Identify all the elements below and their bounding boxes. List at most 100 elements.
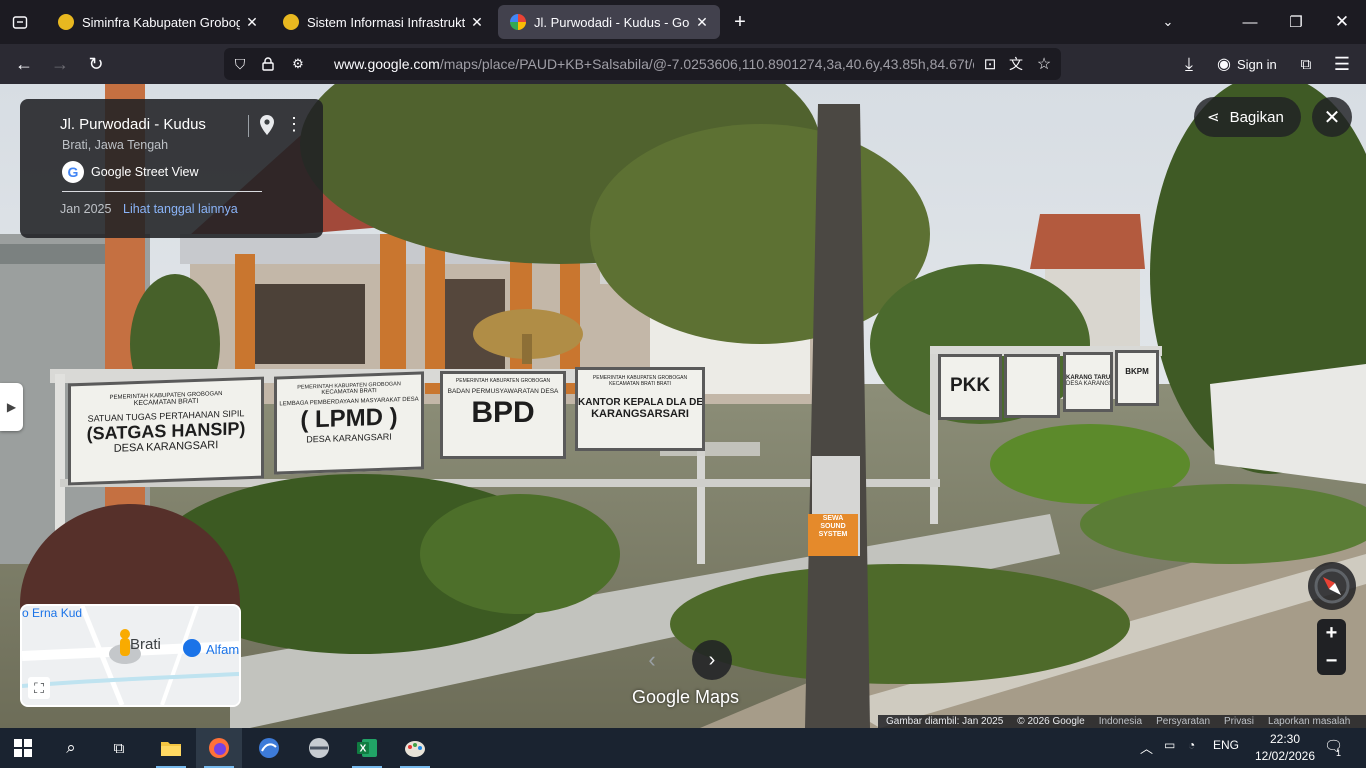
clock-date: 12/02/2026: [1254, 749, 1316, 763]
sign-lpmd: PEMERINTAH KABUPATEN GROBOGAN KECAMATAN …: [274, 371, 424, 475]
lock-icon[interactable]: [254, 50, 282, 78]
tab-sistem-informasi[interactable]: Sistem Informasi Infrastruktur B ✕: [271, 5, 495, 39]
shield-icon[interactable]: ⛉: [226, 50, 254, 78]
sign-karang-taruna: KARANG TARUNA DESA KARANGSARI: [1063, 352, 1113, 412]
close-street-view-button[interactable]: ✕: [1312, 97, 1352, 137]
imagery-source-label: Google Street View: [91, 165, 199, 179]
capture-date-note: Gambar diambil: Jan 2025: [886, 716, 1004, 727]
notification-count: 1: [1336, 748, 1342, 758]
system-clock[interactable]: 22:30 12/02/2026: [1250, 731, 1320, 765]
sign-in-label: Sign in: [1236, 56, 1277, 72]
report-problem-link[interactable]: Laporkan masalah: [1268, 716, 1350, 727]
url-text[interactable]: www.google.com/maps/place/PAUD+KB+Salsab…: [334, 56, 974, 72]
google-g-icon: G: [62, 161, 84, 183]
divider: [62, 191, 262, 192]
show-hidden-icons-icon[interactable]: ︿: [1140, 738, 1153, 757]
sign-pkk-main: PKK: [949, 375, 991, 396]
zoom-in-button[interactable]: +: [1317, 619, 1346, 647]
sign-bpd-main: BPD: [471, 396, 535, 429]
menu-icon[interactable]: ☰: [1328, 50, 1356, 78]
chevron-down-icon[interactable]: ⌄: [1145, 0, 1191, 44]
mini-map-label-alfamart: Alfam: [206, 642, 240, 657]
tab-title: Sistem Informasi Infrastruktur B: [307, 14, 465, 30]
battery-icon[interactable]: ▭: [1164, 738, 1175, 752]
privacy-link[interactable]: Privasi: [1224, 716, 1254, 727]
wifi-icon[interactable]: ◔: [1188, 738, 1195, 752]
tab-list-icon[interactable]: [8, 10, 32, 34]
capture-date: Jan 2025: [60, 202, 112, 216]
windows-taskbar: ⌕ ⧉ X ︿ ▭ ◔ ENG 22:30 12/02/2026 🗨 1: [0, 728, 1366, 768]
app-disc-icon[interactable]: [296, 728, 342, 768]
tab-google-maps[interactable]: Jl. Purwodadi - Kudus - Google ✕: [498, 5, 720, 39]
close-tab-icon[interactable]: ✕: [240, 10, 264, 34]
search-icon[interactable]: ⌕: [48, 728, 94, 768]
tab-siminfra[interactable]: Siminfra Kabupaten Grobogan ✕: [46, 5, 270, 39]
expand-side-panel-button[interactable]: ▶: [0, 383, 23, 431]
extensions-icon[interactable]: ⧉: [1292, 50, 1320, 78]
bookmark-star-icon[interactable]: ☆: [1030, 50, 1058, 78]
sign-program: [1004, 354, 1060, 418]
sign-kantor-kepala-desa: PEMERINTAH KABUPATEN GROBOGAN KECAMATAN …: [575, 367, 705, 451]
tab-strip: Siminfra Kabupaten Grobogan ✕ Sistem Inf…: [0, 0, 1366, 44]
new-tab-icon[interactable]: +: [728, 10, 752, 34]
next-photo-icon[interactable]: ›: [692, 640, 732, 680]
task-view-icon[interactable]: ⧉: [96, 728, 142, 768]
sign-bkpm: BKPM: [1115, 350, 1159, 406]
svg-text:X: X: [360, 744, 367, 755]
translate-icon[interactable]: 文: [1002, 50, 1030, 78]
firefox-icon[interactable]: [196, 728, 242, 768]
address-bar[interactable]: ⛉ ⚙ www.google.com/maps/place/PAUD+KB+Sa…: [224, 48, 1061, 80]
region-link[interactable]: Indonesia: [1099, 716, 1142, 727]
terms-link[interactable]: Persyaratan: [1156, 716, 1210, 727]
divider: [248, 115, 249, 137]
minimize-icon[interactable]: —: [1227, 0, 1273, 44]
navigation-bar: ← → ↻ ⛉ ⚙ www.google.com/maps/place/PAUD…: [0, 44, 1366, 84]
sign-bpd: PEMERINTAH KABUPATEN GROBOGAN BADAN PERM…: [440, 371, 566, 459]
mini-map-label-erna: o Erna Kud: [22, 606, 83, 620]
location-subtitle: Brati, Jawa Tengah: [62, 138, 169, 152]
google-maps-logo: Google Maps: [632, 687, 740, 707]
compass-icon[interactable]: [1308, 562, 1356, 610]
url-host: www.google.com: [334, 56, 440, 72]
forward-icon[interactable]: →: [46, 50, 74, 78]
sign-kantor-desa: KARANGSARSARI: [591, 408, 689, 420]
mini-map-label-brati: Brati: [130, 636, 161, 653]
sign-karang-desa: DESA KARANGSARI: [1066, 381, 1113, 387]
imagery-source: G Google Street View: [62, 161, 198, 183]
excel-icon[interactable]: X: [344, 728, 390, 768]
share-label: Bagikan: [1229, 108, 1284, 126]
windows-start-icon[interactable]: [0, 728, 46, 768]
url-path: /maps/place/PAUD+KB+Salsabila/@-7.025360…: [439, 56, 974, 72]
restore-icon[interactable]: ❐: [1273, 0, 1319, 44]
language-indicator[interactable]: ENG: [1213, 738, 1239, 752]
close-window-icon[interactable]: ✕: [1319, 0, 1365, 44]
reload-icon[interactable]: ↻: [82, 50, 110, 78]
sign-in-button[interactable]: ◉ Sign in: [1211, 49, 1285, 79]
sign-kantor-sub: KECAMATAN BRATI BRATI: [609, 381, 671, 387]
share-icon: ⋖: [1207, 109, 1220, 126]
location-title: Jl. Purwodadi - Kudus: [60, 116, 206, 133]
file-explorer-icon[interactable]: [148, 728, 194, 768]
permissions-icon[interactable]: ⚙: [284, 50, 312, 78]
sign-bkpm-main: BKPM: [1125, 367, 1149, 376]
share-button[interactable]: ⋖ Bagikan: [1194, 97, 1301, 137]
tree-flyer: SEWA SOUND SYSTEM: [818, 515, 848, 538]
close-tab-icon[interactable]: ✕: [690, 10, 714, 34]
downloads-icon[interactable]: ⤓: [1175, 50, 1203, 78]
copyright: © 2026 Google: [1017, 716, 1085, 727]
location-info-card: Jl. Purwodadi - Kudus Brati, Jawa Tengah…: [20, 99, 323, 238]
map-pin-icon[interactable]: [258, 114, 276, 136]
sign-bpd-line: BADAN PERMUSYAWARATAN DESA: [447, 388, 559, 395]
paint-icon[interactable]: [392, 728, 438, 768]
back-icon[interactable]: ←: [10, 50, 38, 78]
close-tab-icon[interactable]: ✕: [465, 10, 489, 34]
more-options-icon[interactable]: ⋮: [285, 113, 303, 135]
fullscreen-map-button[interactable]: ⛶: [28, 677, 50, 699]
mini-map[interactable]: Brati o Erna Kud Alfam ⛶: [20, 604, 241, 707]
install-page-icon[interactable]: ⊡: [976, 50, 1004, 78]
previous-photo-icon[interactable]: ‹: [632, 640, 672, 680]
account-icon: ◉: [1217, 56, 1231, 73]
app-globe-icon[interactable]: [246, 728, 292, 768]
zoom-out-button[interactable]: −: [1317, 647, 1346, 675]
see-more-dates-link[interactable]: Lihat tanggal lainnya: [123, 202, 238, 216]
